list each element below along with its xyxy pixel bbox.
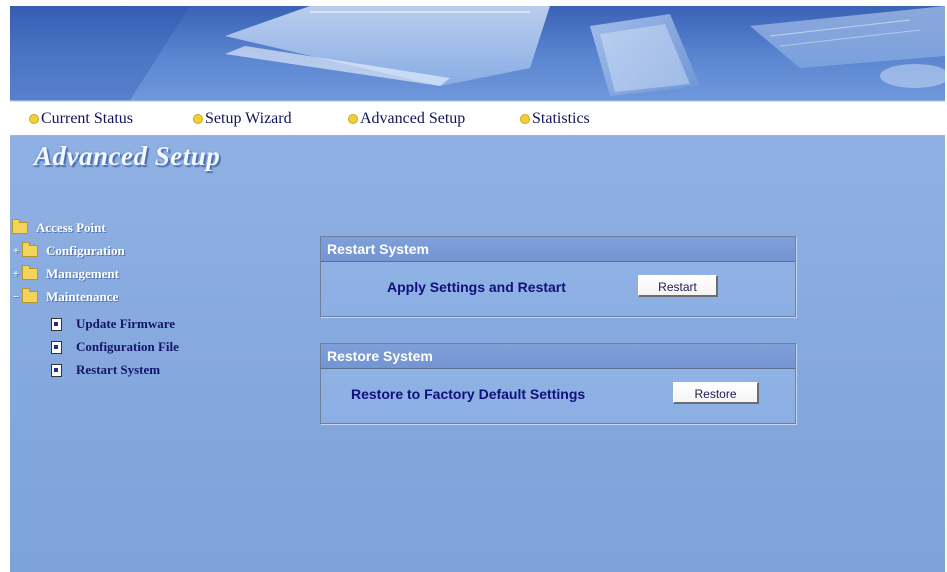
tree-label: Update Firmware <box>76 316 176 331</box>
tree-label: Access Point <box>36 220 106 235</box>
page-frame: Current Status Setup Wizard Advanced Set… <box>10 6 945 572</box>
page-icon <box>51 340 62 354</box>
folder-icon <box>22 265 38 280</box>
page-icon <box>51 363 62 377</box>
page-title: Advanced Setup <box>34 141 221 171</box>
nav-setup-wizard[interactable]: Setup Wizard <box>193 110 292 128</box>
page-icon <box>51 317 62 331</box>
tree-item-management[interactable]: + Management <box>12 265 119 282</box>
tree-label: Configuration File <box>76 339 179 354</box>
tree-item-configuration-file[interactable]: Configuration File <box>51 339 179 355</box>
nav-label: Advanced Setup <box>360 110 466 127</box>
restore-system-panel: Restore System Restore to Factory Defaul… <box>320 343 796 424</box>
panel-body: Apply Settings and Restart Restart <box>321 262 795 316</box>
minus-icon[interactable]: − <box>12 291 20 303</box>
restart-system-panel: Restart System Apply Settings and Restar… <box>320 236 796 317</box>
folder-icon <box>22 242 38 257</box>
tree-item-restart-system[interactable]: Restart System <box>51 362 160 378</box>
nav-advanced-setup[interactable]: Advanced Setup <box>348 110 465 128</box>
yellow-dot-icon <box>29 114 39 124</box>
tree-item-configuration[interactable]: + Configuration <box>12 242 125 259</box>
router-banner-image <box>10 6 945 100</box>
panel-body: Restore to Factory Default Settings Rest… <box>321 369 795 423</box>
plus-icon[interactable]: + <box>12 268 20 280</box>
top-nav-bar: Current Status Setup Wizard Advanced Set… <box>10 101 945 136</box>
restart-button[interactable]: Restart <box>638 275 718 297</box>
tree-item-access-point[interactable]: Access Point <box>12 219 106 236</box>
restore-button[interactable]: Restore <box>673 382 759 404</box>
yellow-dot-icon <box>348 114 358 124</box>
tree-item-maintenance[interactable]: − Maintenance <box>12 288 119 305</box>
nav-label: Statistics <box>532 110 590 127</box>
yellow-dot-icon <box>520 114 530 124</box>
plus-icon[interactable]: + <box>12 245 20 257</box>
nav-statistics[interactable]: Statistics <box>520 110 590 128</box>
tree-label: Maintenance <box>46 289 119 304</box>
folder-icon <box>12 219 28 234</box>
nav-label: Setup Wizard <box>205 110 292 127</box>
header-banner <box>10 6 945 100</box>
panel-title: Restore System <box>321 344 795 369</box>
tree-label: Configuration <box>46 243 125 258</box>
restore-label: Restore to Factory Default Settings <box>351 386 586 402</box>
restart-label: Apply Settings and Restart <box>387 279 566 295</box>
tree-item-update-firmware[interactable]: Update Firmware <box>51 316 175 332</box>
panel-title: Restart System <box>321 237 795 262</box>
tree-label: Restart System <box>76 362 161 377</box>
nav-label: Current Status <box>41 110 133 127</box>
nav-current-status[interactable]: Current Status <box>29 110 133 128</box>
yellow-dot-icon <box>193 114 203 124</box>
folder-icon <box>22 288 38 303</box>
tree-label: Management <box>46 266 119 281</box>
